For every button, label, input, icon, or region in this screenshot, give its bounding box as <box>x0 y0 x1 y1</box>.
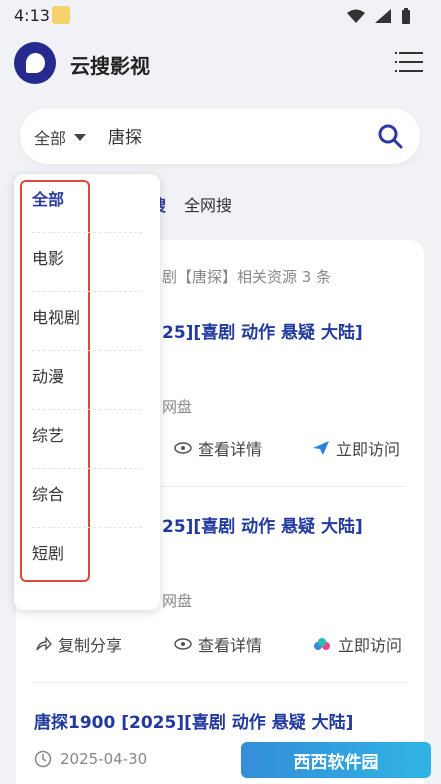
dropdown-item-general[interactable]: 综合 <box>32 469 142 528</box>
caret-down-icon <box>74 133 87 141</box>
status-icons <box>347 8 411 24</box>
app-title: 云搜影视 <box>70 54 150 78</box>
signal-icon <box>375 9 391 23</box>
view-details-label: 查看详情 <box>198 636 263 655</box>
tab-all-web-search[interactable]: 全网搜 <box>184 192 232 216</box>
result-date: 2025-04-30 <box>60 750 148 768</box>
search-tabs: 搜 全网搜 <box>150 192 232 216</box>
visit-label: 立即访问 <box>336 440 401 459</box>
app-logo-icon <box>14 42 56 84</box>
view-details-button[interactable]: 查看详情 <box>174 436 262 460</box>
share-icon <box>36 637 52 651</box>
result-title[interactable]: 唐探1900 [2025][喜剧 动作 悬疑 大陆] <box>34 708 353 733</box>
status-time: 4:13 <box>14 6 50 25</box>
dropdown-item-short-drama[interactable]: 短剧 <box>32 528 142 587</box>
watermark-logo: 西西软件园 <box>241 742 431 778</box>
result-date-row: 2025-04-30 <box>34 750 147 768</box>
watermark-text: 西西软件园 <box>293 752 379 773</box>
visit-label: 立即访问 <box>338 636 403 655</box>
result-source: 网盘 <box>162 398 193 416</box>
cloud-icon <box>314 638 330 650</box>
search-bar: 全部 唐探 <box>20 108 420 164</box>
dropdown-item-variety[interactable]: 综艺 <box>32 410 142 469</box>
status-bar: 4:13 <box>0 0 441 30</box>
clock-icon <box>34 750 52 768</box>
scope-dropdown: 全部 电影 电视剧 动漫 综艺 综合 短剧 <box>14 174 160 610</box>
eye-icon <box>174 638 192 650</box>
visit-button[interactable]: 立即访问 <box>312 436 400 460</box>
visit-button[interactable]: 立即访问 <box>312 632 402 656</box>
menu-icon[interactable] <box>395 52 423 72</box>
divider <box>34 682 406 683</box>
notification-app-icon <box>52 6 70 24</box>
dropdown-item-all[interactable]: 全部 <box>32 174 142 233</box>
app-header: 云搜影视 <box>0 30 441 96</box>
scope-select-value: 全部 <box>34 129 67 148</box>
view-details-label: 查看详情 <box>198 440 263 459</box>
bird-icon <box>313 441 329 455</box>
copy-share-label: 复制分享 <box>58 636 123 655</box>
result-title[interactable]: 25][喜剧 动作 悬疑 大陆] <box>162 318 363 343</box>
result-summary: 剧【唐探】相关资源 3 条 <box>162 268 332 286</box>
result-title[interactable]: 25][喜剧 动作 悬疑 大陆] <box>162 512 363 537</box>
search-input[interactable]: 唐探 <box>108 123 142 148</box>
dropdown-item-tv-series[interactable]: 电视剧 <box>32 292 142 351</box>
dropdown-item-anime[interactable]: 动漫 <box>32 351 142 410</box>
wifi-icon <box>347 9 365 23</box>
result-source: 网盘 <box>162 592 193 610</box>
dropdown-item-movie[interactable]: 电影 <box>32 233 142 292</box>
scope-select[interactable]: 全部 <box>34 125 87 149</box>
battery-icon <box>402 8 410 24</box>
search-icon[interactable] <box>376 122 404 150</box>
view-details-button[interactable]: 查看详情 <box>174 632 262 656</box>
eye-icon <box>174 442 192 454</box>
copy-share-button[interactable]: 复制分享 <box>36 632 122 656</box>
